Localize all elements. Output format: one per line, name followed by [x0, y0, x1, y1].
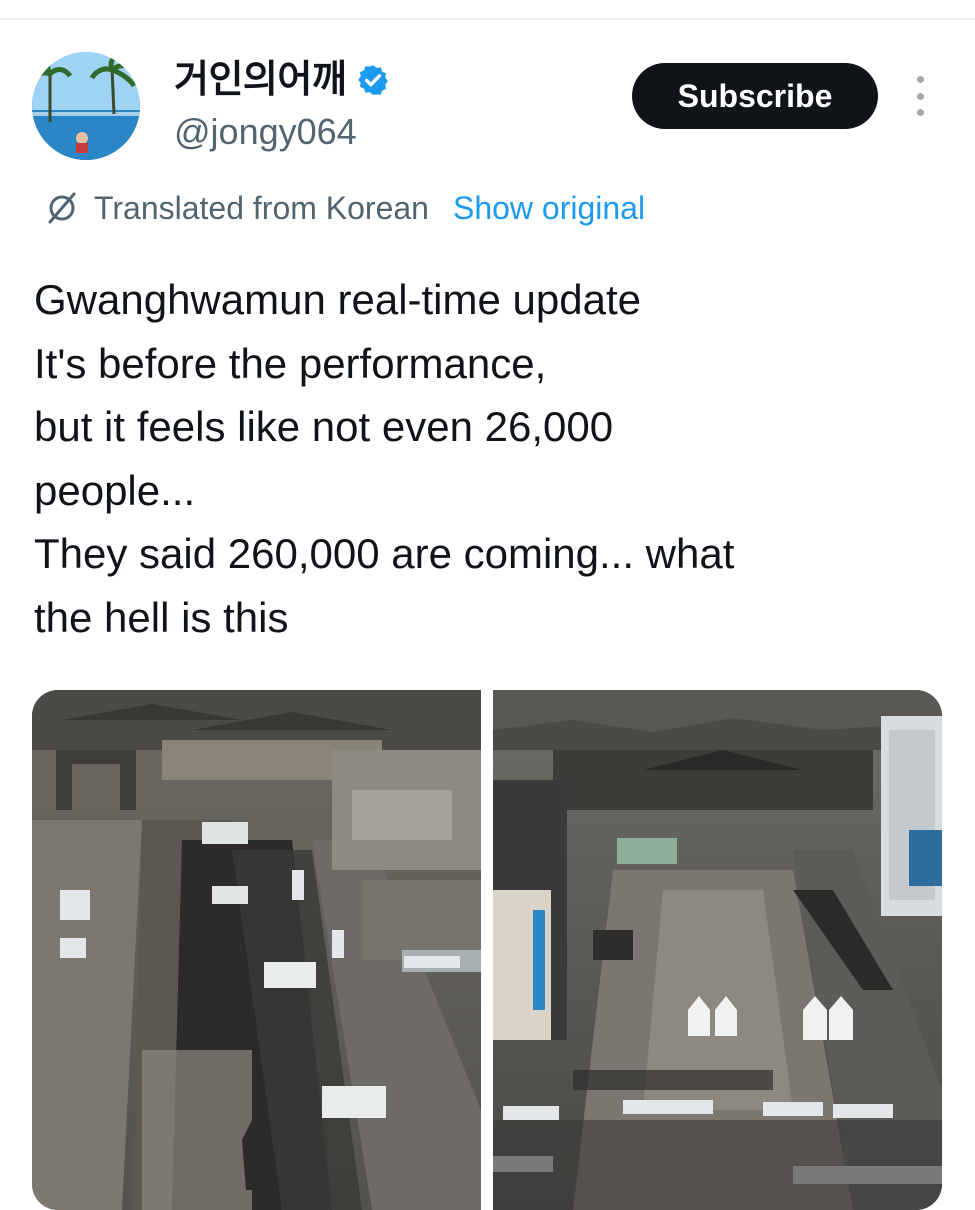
display-name-text: 거인의어깨: [174, 59, 347, 101]
top-divider: [0, 18, 975, 20]
translation-bar: Translated from Korean Show original: [44, 186, 645, 230]
author-display-name[interactable]: 거인의어깨: [174, 58, 390, 102]
translate-icon: [48, 192, 76, 224]
subscribe-button[interactable]: Subscribe: [632, 63, 878, 129]
tweet-line: It's before the performance,: [34, 339, 547, 387]
tweet-text: Gwanghwamun real-time update It's before…: [34, 268, 934, 649]
tweet-line: but it feels like not even 26,000: [34, 403, 614, 450]
author-handle[interactable]: @jongy064: [174, 112, 357, 152]
more-dot: [916, 76, 924, 83]
translation-label: Translated from Korean: [94, 189, 429, 226]
more-options-icon[interactable]: [906, 76, 934, 116]
photo-gwanghwamun-crowd[interactable]: [32, 690, 481, 1210]
tweet-line: Gwanghwamun real-time update: [34, 276, 641, 323]
more-dot: [916, 92, 924, 100]
more-dot: [916, 109, 924, 116]
avatar-image: [32, 52, 140, 160]
photo-gwanghwamun-plaza[interactable]: [493, 690, 942, 1210]
photo-right-image: [493, 690, 942, 1210]
tweet-line: They said 260,000 are coming... what: [34, 530, 735, 577]
avatar[interactable]: [32, 52, 140, 160]
media-grid: [32, 690, 942, 1210]
show-original-link[interactable]: Show original: [453, 190, 645, 227]
photo-left-image: [32, 690, 481, 1210]
verified-badge-icon: [358, 65, 389, 95]
tweet-line: people...: [34, 466, 196, 514]
tweet-line: the hell is this: [34, 593, 289, 641]
